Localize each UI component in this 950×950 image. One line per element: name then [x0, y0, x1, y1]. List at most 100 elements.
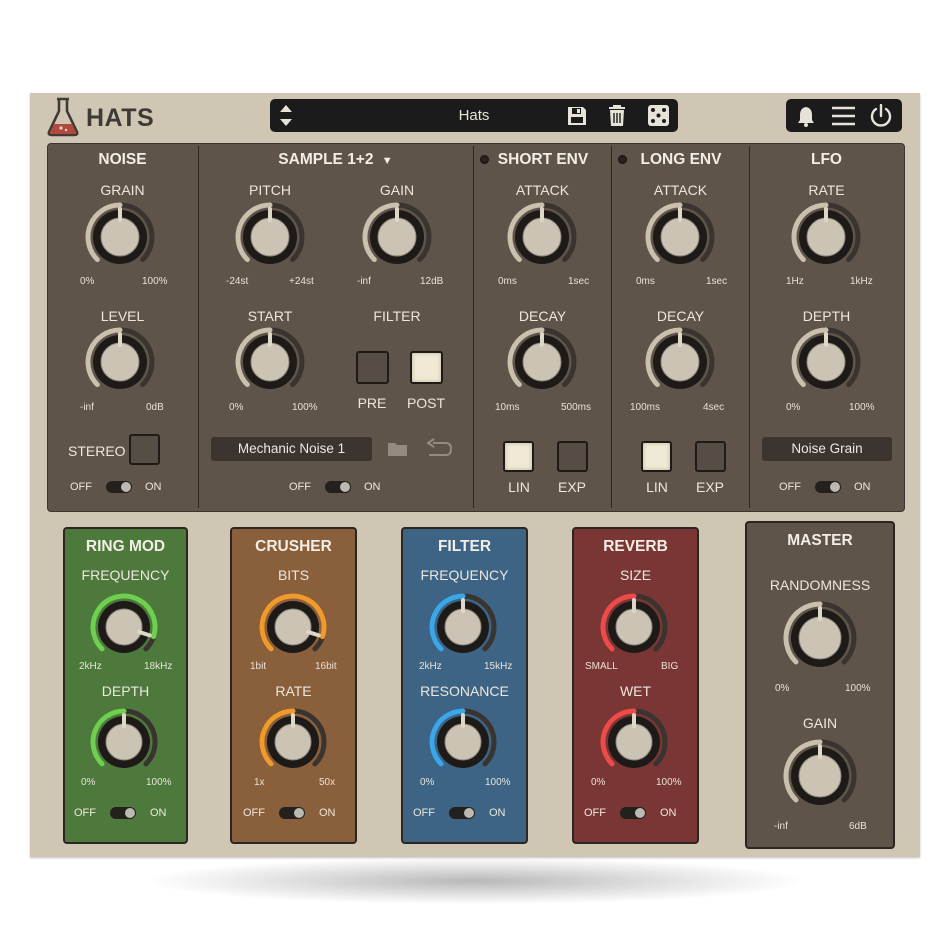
rm-frequency-max: 18kHz [144, 661, 173, 672]
lfo-title: LFO [811, 151, 842, 168]
grain-min: 0% [80, 276, 95, 287]
bits-label: BITS [277, 567, 310, 583]
post-button[interactable] [410, 351, 443, 384]
filter-frequency-knob[interactable] [427, 591, 499, 663]
master-gain-knob[interactable] [781, 737, 859, 815]
wet-max: 100% [656, 777, 682, 788]
crusher-rate-knob[interactable] [257, 706, 329, 778]
long-decay-knob[interactable] [643, 325, 717, 399]
rm-frequency-knob[interactable] [88, 591, 160, 663]
filter-frequency-min: 2kHz [419, 661, 442, 672]
hamburger-menu-icon[interactable] [831, 105, 856, 127]
long-attack-label: ATTACK [653, 182, 708, 198]
rate-max: 1kHz [850, 276, 873, 287]
rate-label: RATE [808, 182, 845, 198]
filter-enable-toggle[interactable] [449, 807, 475, 819]
ring-mod-title: RING MOD [85, 538, 166, 555]
rm-depth-knob[interactable] [88, 706, 160, 778]
lfo-enable-toggle[interactable] [815, 481, 841, 493]
noise-toggle-on: ON [145, 481, 162, 493]
master-gain-max: 6dB [849, 821, 867, 832]
resonance-knob[interactable] [427, 706, 499, 778]
short-exp-label: EXP [557, 479, 586, 495]
long-exp-button[interactable] [695, 441, 726, 472]
long-env-title: LONG ENV [640, 151, 722, 168]
sample-enable-toggle[interactable] [325, 481, 351, 493]
lfo-target-select[interactable]: Noise Grain [762, 437, 892, 461]
ring-mod-enable-toggle[interactable] [110, 807, 136, 819]
stereo-label: STEREO [68, 443, 126, 459]
pitch-knob[interactable] [233, 200, 307, 274]
flask-icon [47, 97, 79, 137]
pitch-label: PITCH [249, 182, 291, 198]
resonance-label: RESONANCE [420, 683, 509, 699]
long-exp-label: EXP [695, 479, 724, 495]
master-gain-min: -inf [774, 821, 788, 832]
folder-icon[interactable] [387, 440, 409, 458]
bits-min: 1bit [250, 661, 267, 672]
filter-title: FILTER [437, 538, 492, 555]
start-min: 0% [229, 402, 244, 413]
bits-knob[interactable] [257, 591, 329, 663]
dice-icon[interactable] [647, 104, 670, 127]
toggle-knob [294, 808, 304, 818]
long-decay-label: DECAY [656, 308, 705, 324]
crusher-rate-max: 50x [319, 777, 336, 788]
save-icon[interactable] [566, 105, 588, 127]
start-label: START [247, 308, 293, 324]
divider [198, 146, 199, 508]
reverb-toggle-off: OFF [584, 807, 606, 819]
grain-knob[interactable] [83, 200, 157, 274]
short-decay-min: 10ms [495, 402, 520, 413]
gain-label: GAIN [379, 182, 415, 198]
depth-max: 100% [849, 402, 875, 413]
sample-title[interactable]: SAMPLE 1+2 ▼ [198, 151, 473, 169]
short-decay-label: DECAY [518, 308, 567, 324]
trash-icon[interactable] [606, 104, 628, 128]
filter-route-label: FILTER [373, 308, 421, 324]
short-decay-max: 500ms [561, 402, 592, 413]
sample-gain-knob[interactable] [360, 200, 434, 274]
short-decay-knob[interactable] [505, 325, 579, 399]
short-attack-knob[interactable] [505, 200, 579, 274]
lfo-rate-knob[interactable] [789, 200, 863, 274]
tools-bar [786, 99, 902, 132]
pre-label: PRE [357, 395, 387, 411]
crusher-toggle-on: ON [319, 807, 336, 819]
size-knob[interactable] [598, 591, 670, 663]
reverb-enable-toggle[interactable] [620, 807, 646, 819]
crusher-enable-toggle[interactable] [279, 807, 305, 819]
sample-toggle-on: ON [364, 481, 381, 493]
app-title: HATS [86, 104, 155, 132]
sample-title-text: SAMPLE 1+2 [278, 151, 374, 168]
level-min: -inf [80, 402, 94, 413]
randomness-max: 100% [845, 683, 871, 694]
preset-bar: Hats [270, 99, 678, 132]
level-label: LEVEL [100, 308, 145, 324]
rate-min: 1Hz [786, 276, 804, 287]
noise-enable-toggle[interactable] [106, 481, 132, 493]
master-title: MASTER [787, 532, 853, 549]
short-exp-button[interactable] [557, 441, 588, 472]
short-lin-button[interactable] [503, 441, 534, 472]
long-lin-button[interactable] [641, 441, 672, 472]
start-knob[interactable] [233, 325, 307, 399]
sample-select[interactable]: Mechanic Noise 1 [211, 437, 372, 461]
power-icon[interactable] [869, 104, 893, 128]
long-attack-knob[interactable] [643, 200, 717, 274]
randomness-min: 0% [775, 683, 790, 694]
randomness-knob[interactable] [781, 599, 859, 677]
short-attack-min: 0ms [498, 276, 517, 287]
long-attack-max: 1sec [706, 276, 728, 287]
lfo-depth-knob[interactable] [789, 325, 863, 399]
wet-min: 0% [591, 777, 606, 788]
gain-max: 12dB [420, 276, 444, 287]
filter-frequency-label: FREQUENCY [420, 567, 509, 583]
lfo-toggle-off: OFF [779, 481, 801, 493]
level-knob[interactable] [83, 325, 157, 399]
wet-knob[interactable] [598, 706, 670, 778]
loop-arrow-icon[interactable] [424, 438, 454, 460]
bell-icon[interactable] [795, 105, 817, 127]
pre-button[interactable] [356, 351, 389, 384]
stereo-button[interactable] [129, 434, 160, 465]
